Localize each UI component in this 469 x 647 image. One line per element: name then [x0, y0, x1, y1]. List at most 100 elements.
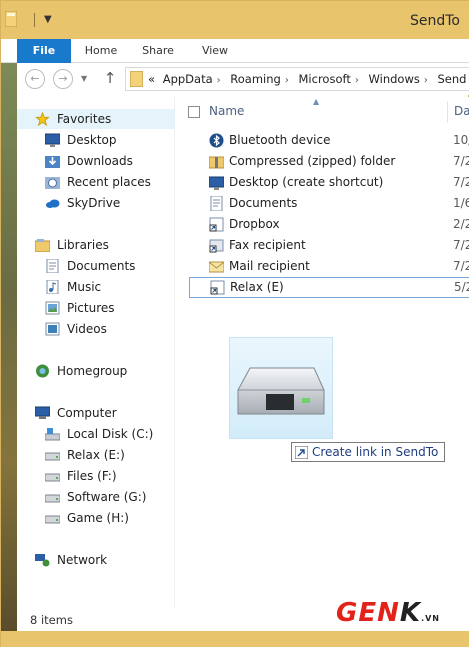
up-button[interactable]: ↑: [101, 69, 119, 89]
title-bar[interactable]: ▼ SendTo: [1, 1, 469, 39]
sidebar-item-label: Game (H:): [67, 511, 129, 525]
file-date: 7/2: [453, 238, 469, 252]
window-bottom-border: [1, 631, 469, 647]
item-count: 8 items: [30, 613, 73, 627]
documents-icon: [46, 259, 59, 273]
customize-quick-access-icon[interactable]: ▼: [44, 15, 52, 25]
breadcrumb-overflow[interactable]: «: [148, 72, 155, 86]
shortcut-icon: [209, 217, 224, 232]
desktop-icon: [45, 133, 60, 147]
sidebar-item-label: Music: [67, 280, 102, 294]
tab-home[interactable]: Home: [77, 39, 125, 63]
column-header-date[interactable]: Dat: [454, 104, 469, 118]
videos-icon: [45, 322, 60, 336]
sidebar-item-label: Homegroup: [57, 364, 128, 378]
watermark-brand: GEN: [336, 598, 400, 628]
breadcrumb-sendto[interactable]: Send: [438, 72, 467, 86]
fax-icon: [209, 239, 224, 253]
breadcrumb-microsoft[interactable]: Microsoft: [299, 72, 351, 86]
drag-tooltip: Create link in SendTo: [291, 442, 446, 462]
chevron-right-icon[interactable]: ›: [355, 75, 359, 86]
forward-button[interactable]: →: [53, 69, 73, 89]
select-all-checkbox[interactable]: [188, 106, 200, 118]
file-date: 5/2: [454, 280, 469, 294]
list-item[interactable]: Fax recipient 7/2: [189, 235, 469, 256]
file-name: Mail recipient: [229, 259, 310, 273]
breadcrumb-appdata[interactable]: AppData: [163, 72, 213, 86]
computer-icon: [35, 406, 50, 419]
list-item[interactable]: Mail recipient 7/2: [189, 256, 469, 277]
tab-view[interactable]: View: [189, 39, 241, 63]
shortcut-arrow-icon: [295, 446, 308, 459]
column-header-row: Name ▲ Dat: [177, 97, 469, 125]
desktop-icon: [209, 176, 224, 190]
watermark-brand-k: K: [399, 598, 422, 628]
window-title: SendTo: [410, 13, 460, 29]
sidebar-item-label: Favorites: [57, 112, 112, 126]
address-bar[interactable]: « AppData › Roaming › Microsoft › Windows › …: [125, 67, 469, 91]
folder-icon[interactable]: [5, 11, 17, 27]
breadcrumb: « AppData › Roaming › Microsoft › Windows › …: [148, 68, 469, 90]
sidebar-item-label: Files (F:): [67, 469, 117, 483]
homegroup-icon: [36, 364, 49, 378]
hard-drive-icon: [237, 367, 325, 415]
sidebar-item-label: Libraries: [57, 238, 109, 252]
sidebar-item-label: Recent places: [67, 175, 151, 189]
star-icon: [35, 112, 50, 126]
sort-ascending-icon: ▲: [313, 97, 320, 106]
column-header-name[interactable]: Name: [209, 104, 244, 118]
chevron-right-icon[interactable]: ›: [285, 75, 289, 86]
sidebar-item-label: SkyDrive: [67, 196, 121, 210]
sidebar-item-label: Computer: [57, 406, 117, 420]
bluetooth-icon: [209, 133, 224, 148]
file-date: 1/6: [453, 196, 469, 210]
navigation-bar: ← → ▼ ↑ « AppData › Roaming › Microsoft › W…: [1, 63, 469, 95]
drive-icon: [45, 473, 60, 482]
list-item[interactable]: Compressed (zipped) folder 7/2: [189, 151, 469, 172]
file-date: 10/: [453, 133, 469, 147]
recent-locations-icon[interactable]: ▼: [81, 75, 87, 83]
shortcut-icon: [210, 280, 225, 295]
pictures-icon: [45, 301, 60, 315]
watermark-suffix: .VN: [421, 614, 440, 623]
tab-share[interactable]: Share: [135, 39, 181, 63]
chevron-right-icon[interactable]: ›: [424, 75, 428, 86]
sidebar-item-label: Documents: [67, 259, 136, 273]
sidebar-item-label: Videos: [67, 322, 107, 336]
file-date: 7/2: [453, 175, 469, 189]
sidebar-item-label: Relax (E:): [67, 448, 125, 462]
file-date: 2/2: [453, 217, 469, 231]
sidebar-item-label: Network: [57, 553, 108, 567]
sidebar-item-label: Software (G:): [67, 490, 147, 504]
list-item[interactable]: Dropbox 2/2: [189, 214, 469, 235]
drive-icon: [45, 515, 60, 524]
mail-icon: [209, 261, 224, 273]
breadcrumb-windows[interactable]: Windows: [369, 72, 420, 86]
drive-icon: [45, 452, 60, 461]
file-name: Compressed (zipped) folder: [229, 154, 396, 168]
zip-folder-icon: [209, 156, 224, 169]
system-drive-icon: [45, 428, 60, 441]
column-divider[interactable]: [447, 101, 448, 123]
file-name: Relax (E): [230, 280, 284, 294]
sidebar-item-favorites[interactable]: Favorites: [17, 109, 175, 129]
quick-access-separator: [34, 13, 35, 27]
file-date: 7/2: [453, 154, 469, 168]
navigation-pane: Favorites Desktop Downloads Recent place…: [17, 97, 175, 607]
back-button[interactable]: ←: [25, 69, 45, 89]
list-item[interactable]: Relax (E) 5/2: [189, 277, 469, 298]
list-item[interactable]: Bluetooth device 10/: [189, 130, 469, 151]
libraries-icon: [35, 239, 50, 252]
file-name: Desktop (create shortcut): [229, 175, 384, 189]
tab-file[interactable]: File: [17, 39, 71, 63]
breadcrumb-roaming[interactable]: Roaming: [230, 72, 281, 86]
drive-icon: [45, 494, 60, 503]
list-item[interactable]: Documents 1/6: [189, 193, 469, 214]
list-item[interactable]: Desktop (create shortcut) 7/2: [189, 172, 469, 193]
desktop-background-edge: [1, 63, 17, 631]
sidebar-item-label: Pictures: [67, 301, 115, 315]
ribbon-tabs: File Home Share View: [1, 39, 469, 63]
genk-watermark: GENK.VN: [336, 598, 440, 628]
explorer-window: ▼ SendTo File Home Share View ← → ▼ ↑ « …: [0, 0, 469, 647]
chevron-right-icon[interactable]: ›: [217, 75, 221, 86]
